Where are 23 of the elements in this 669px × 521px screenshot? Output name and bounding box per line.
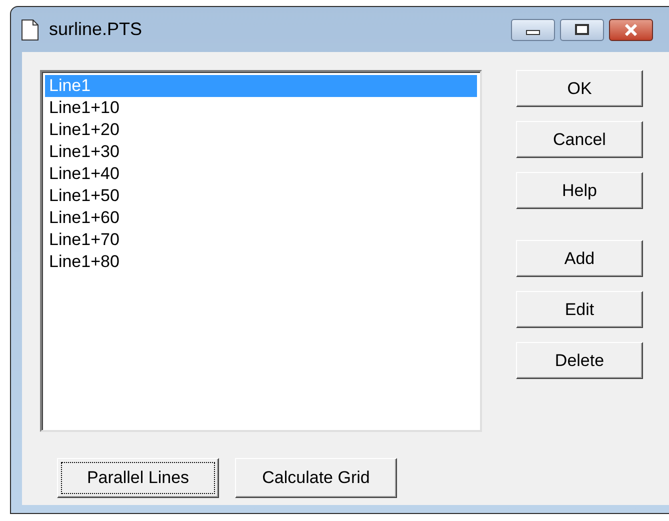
dialog-button[interactable]: OK: [516, 70, 643, 107]
dialog-button[interactable]: Cancel: [516, 121, 643, 158]
list-item[interactable]: Line1+10: [45, 97, 477, 119]
maximize-button[interactable]: [560, 18, 604, 40]
list-item[interactable]: Line1+80: [45, 251, 477, 273]
dialog-button[interactable]: Help: [516, 172, 643, 209]
list-item[interactable]: Line1+70: [45, 229, 477, 251]
close-icon: [623, 24, 639, 36]
dialog-button[interactable]: Delete: [516, 342, 643, 379]
minimize-button[interactable]: [511, 18, 555, 40]
list-box[interactable]: Line1 Line1+10 Line1+20 Line1+30 Line1+40 Line1+50 Line1+60 Line1+70 Line1+80: [40, 70, 482, 432]
document-icon: [21, 18, 39, 40]
window-title: surline.PTS: [49, 18, 142, 41]
list-item[interactable]: Line1+30: [45, 141, 477, 163]
list-item[interactable]: Line1+50: [45, 185, 477, 207]
dialog-button[interactable]: Parallel Lines: [57, 458, 219, 498]
list-item[interactable]: Line1+60: [45, 207, 477, 229]
close-button[interactable]: [609, 18, 653, 40]
dialog-button[interactable]: Edit: [516, 291, 643, 328]
dialog-button[interactable]: Calculate Grid: [235, 458, 397, 498]
list-item[interactable]: Line1+20: [45, 119, 477, 141]
dialog-button[interactable]: Add: [516, 240, 643, 277]
list-item[interactable]: Line1+40: [45, 163, 477, 185]
